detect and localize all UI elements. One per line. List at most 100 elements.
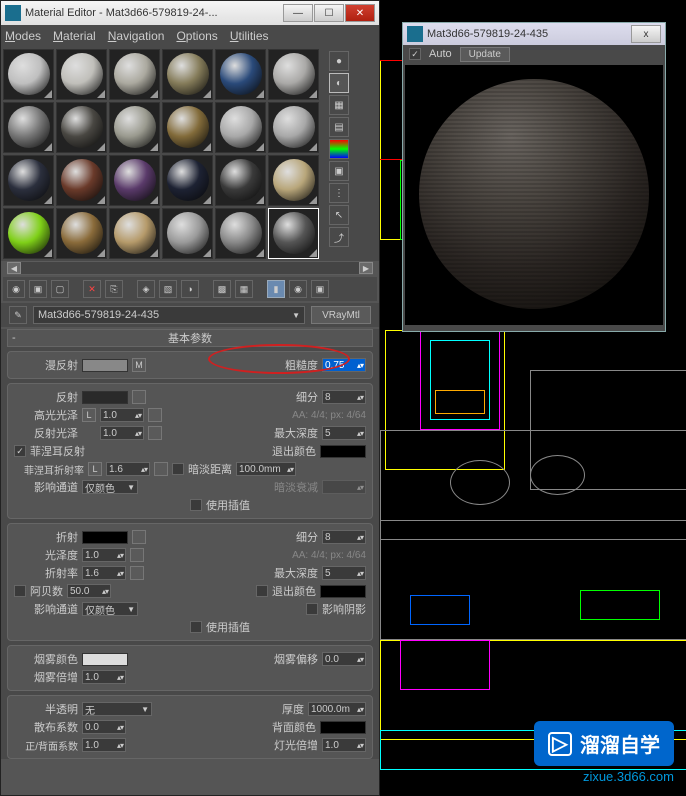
dim-dist-checkbox[interactable]: [172, 463, 184, 475]
fog-mult-spinner[interactable]: 1.0▴▾: [82, 670, 126, 684]
translucency-dropdown[interactable]: 无▼: [82, 702, 152, 716]
affect-shadows-checkbox[interactable]: [306, 603, 318, 615]
refl-gloss-map-button[interactable]: [148, 426, 162, 440]
sample-slot[interactable]: [162, 155, 213, 206]
refract-maxdepth-spinner[interactable]: 5▴▾: [322, 566, 366, 580]
go-to-parent-icon[interactable]: ▮: [267, 280, 285, 298]
scroll-track[interactable]: [21, 262, 359, 274]
abbe-checkbox[interactable]: [14, 585, 26, 597]
sample-slot[interactable]: [268, 49, 319, 100]
scroll-left-button[interactable]: ◀: [7, 262, 21, 274]
sample-slot[interactable]: [215, 49, 266, 100]
make-unique-icon[interactable]: ◈: [137, 280, 155, 298]
sample-slot[interactable]: [3, 208, 54, 259]
titlebar[interactable]: Material Editor - Mat3d66-579819-24-... …: [1, 1, 379, 25]
put-to-library-icon[interactable]: ▧: [159, 280, 177, 298]
affect-channels-dropdown[interactable]: 仅颜色▼: [82, 480, 138, 494]
sample-slot[interactable]: [162, 208, 213, 259]
background-icon[interactable]: ▦: [329, 95, 349, 115]
sample-slot[interactable]: [109, 49, 160, 100]
sample-slot[interactable]: [56, 155, 107, 206]
fresnel-ior-map-button[interactable]: [154, 462, 168, 476]
refract-interp-checkbox[interactable]: [190, 621, 202, 633]
refl-gloss-spinner[interactable]: 1.0▴▾: [100, 426, 144, 440]
video-color-icon[interactable]: [329, 139, 349, 159]
sample-slot[interactable]: [3, 102, 54, 153]
menu-options[interactable]: Options: [176, 29, 217, 43]
reflect-maxdepth-spinner[interactable]: 5▴▾: [322, 426, 366, 440]
fog-color-swatch[interactable]: [82, 653, 128, 666]
thickness-spinner[interactable]: 1000.0m▴▾: [308, 702, 366, 716]
sample-type-icon[interactable]: ●: [329, 51, 349, 71]
hilight-lock-button[interactable]: L: [82, 408, 96, 422]
material-map-navigator-icon[interactable]: ⤴: [329, 227, 349, 247]
roughness-spinner[interactable]: 0.75▴▾: [322, 358, 366, 372]
sample-slot[interactable]: [109, 102, 160, 153]
fresnel-ior-spinner[interactable]: 1.6▴▾: [106, 462, 150, 476]
backlight-icon[interactable]: ◐: [329, 73, 349, 93]
fog-bias-spinner[interactable]: 0.0▴▾: [322, 652, 366, 666]
auto-checkbox[interactable]: ✓: [409, 48, 421, 60]
glossiness-spinner[interactable]: 1.0▴▾: [82, 548, 126, 562]
refract-subdiv-spinner[interactable]: 8▴▾: [322, 530, 366, 544]
material-name-dropdown[interactable]: Mat3d66-579819-24-435▼: [33, 306, 305, 324]
hilight-gloss-spinner[interactable]: 1.0▴▾: [100, 408, 144, 422]
dim-dist-spinner[interactable]: 100.0mm▴▾: [236, 462, 296, 476]
show-in-viewport-icon[interactable]: ▩: [213, 280, 231, 298]
sample-slot[interactable]: [215, 208, 266, 259]
options-icon[interactable]: ⋮: [329, 183, 349, 203]
fresnel-lock-button[interactable]: L: [88, 462, 102, 476]
close-button[interactable]: x: [631, 25, 661, 43]
reflect-map-button[interactable]: [132, 390, 146, 404]
preview-titlebar[interactable]: Mat3d66-579819-24-435 x: [403, 23, 665, 45]
diffuse-swatch[interactable]: [82, 359, 128, 372]
use-interp-checkbox[interactable]: [190, 499, 202, 511]
make-preview-icon[interactable]: ▣: [329, 161, 349, 181]
minimize-button[interactable]: —: [283, 4, 313, 22]
fwd-back-spinner[interactable]: 1.0▴▾: [82, 738, 126, 752]
glossiness-map-button[interactable]: [130, 548, 144, 562]
sample-slot[interactable]: [215, 155, 266, 206]
show-end-result-icon[interactable]: ▦: [235, 280, 253, 298]
diffuse-map-button[interactable]: M: [132, 358, 146, 372]
ior-map-button[interactable]: [130, 566, 144, 580]
refract-swatch[interactable]: [82, 531, 128, 544]
get-material-icon[interactable]: ◉: [7, 280, 25, 298]
refract-exit-swatch[interactable]: [320, 585, 366, 598]
maximize-button[interactable]: ☐: [314, 4, 344, 22]
menu-utilities[interactable]: Utilities: [230, 29, 269, 43]
material-preview-window[interactable]: Mat3d66-579819-24-435 x ✓ Auto Update: [402, 22, 666, 332]
uv-tiling-icon[interactable]: ▤: [329, 117, 349, 137]
abbe-spinner[interactable]: 50.0▴▾: [67, 584, 111, 598]
menu-modes[interactable]: MModesodes: [5, 29, 41, 43]
sample-slot[interactable]: [109, 208, 160, 259]
scatter-spinner[interactable]: 0.0▴▾: [82, 720, 126, 734]
exit-color-checkbox[interactable]: [256, 585, 268, 597]
hilight-map-button[interactable]: [148, 408, 162, 422]
close-button[interactable]: ✕: [345, 4, 375, 22]
reflect-subdiv-spinner[interactable]: 8▴▾: [322, 390, 366, 404]
pick-material-icon[interactable]: ✎: [9, 306, 27, 324]
horizontal-scrollbar[interactable]: ◀ ▶: [7, 261, 373, 275]
sample-slot[interactable]: [109, 155, 160, 206]
update-button[interactable]: Update: [460, 47, 510, 62]
sample-slot[interactable]: [56, 49, 107, 100]
put-to-scene-icon[interactable]: ▣: [29, 280, 47, 298]
sample-slot[interactable]: [3, 49, 54, 100]
sample-slot[interactable]: [268, 208, 319, 259]
material-id-icon[interactable]: ◑: [181, 280, 199, 298]
sample-slot[interactable]: [56, 102, 107, 153]
pick-from-object-icon[interactable]: ▣: [311, 280, 329, 298]
fresnel-checkbox[interactable]: ✓: [14, 445, 26, 457]
sample-slot[interactable]: [162, 102, 213, 153]
menu-material[interactable]: Material: [53, 29, 96, 43]
sample-slot[interactable]: [56, 208, 107, 259]
scroll-right-button[interactable]: ▶: [359, 262, 373, 274]
select-by-material-icon[interactable]: ↖: [329, 205, 349, 225]
assign-to-selection-icon[interactable]: ▢: [51, 280, 69, 298]
sample-slot[interactable]: [3, 155, 54, 206]
back-color-swatch[interactable]: [320, 721, 366, 734]
sample-slot[interactable]: [268, 102, 319, 153]
material-type-button[interactable]: VRayMtl: [311, 306, 371, 324]
make-copy-icon[interactable]: ⎘: [105, 280, 123, 298]
